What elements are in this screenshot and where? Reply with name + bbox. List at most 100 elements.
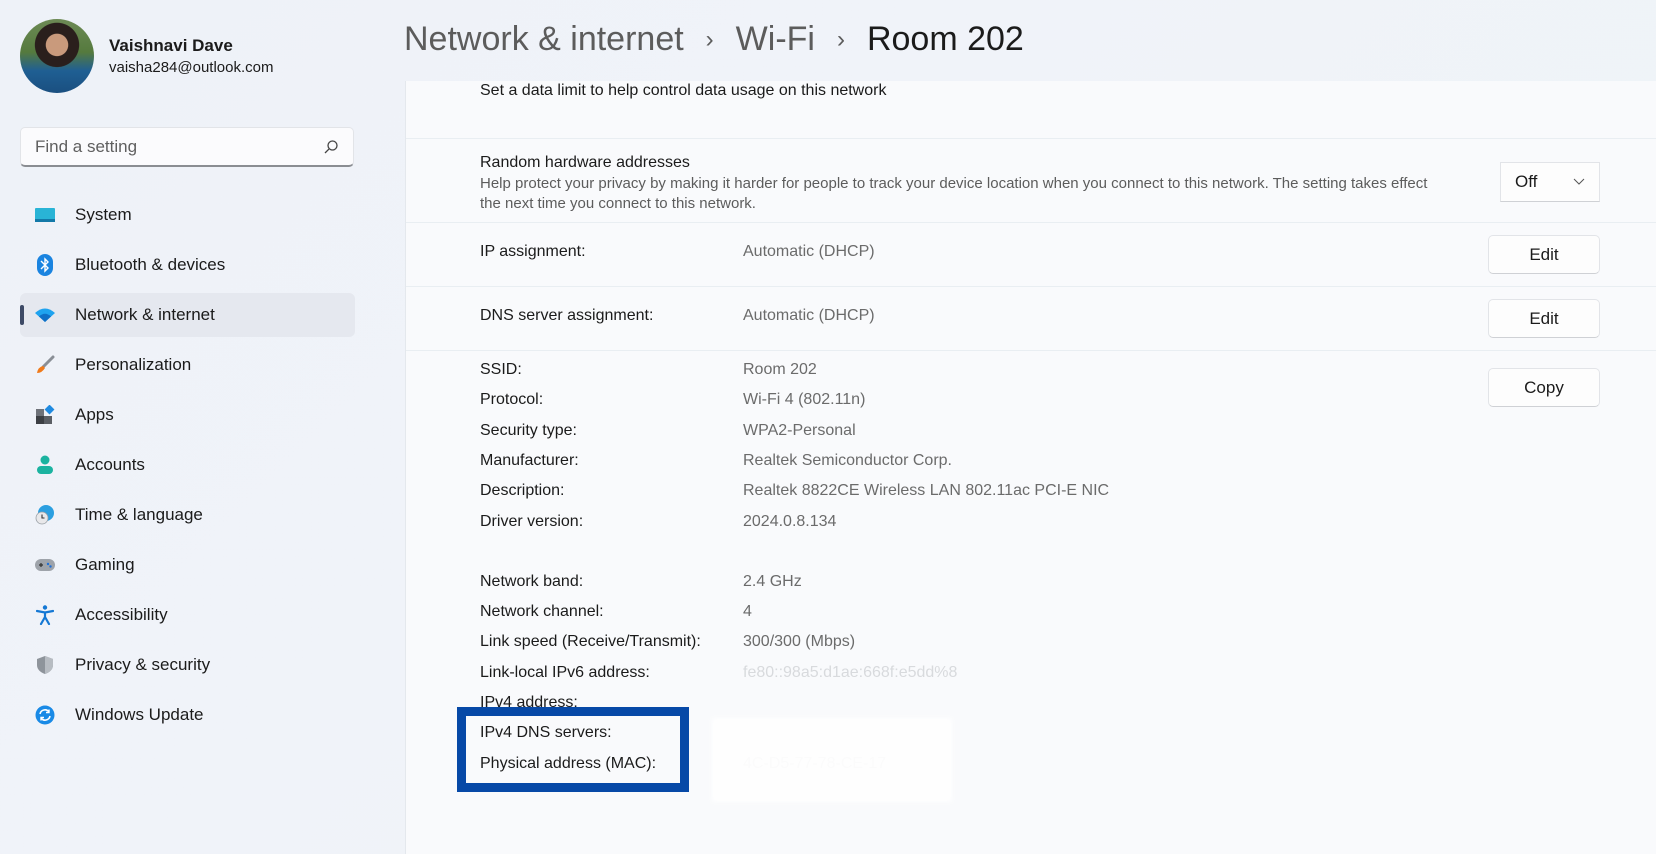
apps-icon [34, 404, 56, 426]
globe-clock-icon [34, 504, 56, 526]
ip-assignment-row: IP assignment: Automatic (DHCP) Edit [406, 223, 1656, 287]
random-hardware-description: Help protect your privacy by making it h… [480, 175, 1428, 212]
page-title: Room 202 [866, 20, 1024, 58]
property-value: Realtek 8822CE Wireless LAN 802.11ac PCI… [743, 482, 1110, 499]
profile-email: vaisha284@outlook.com [109, 59, 274, 76]
person-icon [34, 454, 56, 476]
dns-assignment-row: DNS server assignment: Automatic (DHCP) … [406, 287, 1656, 351]
chevron-down-icon [1573, 178, 1585, 185]
breadcrumb: Network & internet › Wi-Fi › Room 202 [404, 20, 1024, 59]
paintbrush-icon [34, 354, 56, 376]
property-row: IPv4 address: [480, 694, 1280, 718]
breadcrumb-wifi[interactable]: Wi-Fi [736, 20, 815, 59]
search-icon[interactable] [323, 139, 339, 155]
property-key: Network channel: [480, 603, 604, 620]
property-row: Security type: WPA2-Personal [480, 422, 1280, 446]
redacted-values-overlay [712, 718, 952, 802]
search-input[interactable] [35, 136, 323, 157]
dns-assignment-edit-button[interactable]: Edit [1488, 299, 1600, 338]
system-monitor-icon [34, 204, 56, 226]
gamepad-icon [34, 554, 56, 576]
sidebar-item-label: Apps [75, 405, 114, 424]
property-row: Description: Realtek 8822CE Wireless LAN… [480, 482, 1280, 506]
property-row: Driver version: 2024.0.8.134 [480, 513, 1280, 537]
property-key: Manufacturer: [480, 452, 579, 469]
copy-properties-button[interactable]: Copy [1488, 368, 1600, 407]
random-hardware-dropdown[interactable]: Off [1500, 162, 1600, 202]
property-key: Link-local IPv6 address: [480, 664, 650, 681]
property-value: 4 [743, 603, 752, 620]
property-row: Network band: 2.4 GHz [480, 573, 1280, 597]
property-key: IPv4 address: [480, 694, 578, 711]
property-key: Protocol: [480, 391, 544, 408]
accessibility-icon [34, 604, 56, 626]
sidebar-item-privacy[interactable]: Privacy & security [20, 643, 355, 687]
network-properties-panel: Set a data limit to help control data us… [405, 81, 1656, 854]
sidebar-item-label: Windows Update [75, 705, 204, 724]
property-key: Security type: [480, 422, 577, 439]
property-row: Manufacturer: Realtek Semiconductor Corp… [480, 452, 1280, 476]
breadcrumb-network-internet[interactable]: Network & internet [404, 20, 684, 59]
random-hardware-addresses-row: Random hardware addresses Help protect y… [406, 139, 1656, 223]
avatar [20, 19, 94, 93]
property-value: Realtek Semiconductor Corp. [743, 452, 952, 469]
property-row: Network channel: 4 [480, 603, 1280, 627]
sidebar-item-personalization[interactable]: Personalization [20, 343, 355, 387]
sidebar-item-label: Bluetooth & devices [75, 255, 226, 274]
property-row: Link speed (Receive/Transmit): 300/300 (… [480, 633, 1280, 657]
property-value: 2024.0.8.134 [743, 513, 837, 530]
property-row: SSID: Room 202 [480, 361, 1280, 385]
property-value: Room 202 [743, 361, 817, 378]
chevron-right-icon: › [705, 25, 714, 53]
property-value: Wi-Fi 4 (802.11n) [743, 391, 866, 408]
property-key: Physical address (MAC): [480, 755, 657, 772]
sidebar-item-apps[interactable]: Apps [20, 393, 355, 437]
user-profile[interactable]: Vaishnavi Dave vaisha284@outlook.com [20, 19, 274, 93]
sidebar-item-gaming[interactable]: Gaming [20, 543, 355, 587]
ip-assignment-edit-button[interactable]: Edit [1488, 235, 1600, 274]
bluetooth-icon [34, 254, 56, 276]
random-hardware-title: Random hardware addresses [480, 154, 690, 171]
ip-assignment-label: IP assignment: [480, 243, 586, 260]
sidebar-item-accessibility[interactable]: Accessibility [20, 593, 355, 637]
sidebar-item-label: Personalization [75, 355, 192, 374]
ip-assignment-value: Automatic (DHCP) [743, 243, 875, 260]
property-row: Protocol: Wi-Fi 4 (802.11n) [480, 391, 1280, 415]
property-key: SSID: [480, 361, 522, 378]
property-value: 300/300 (Mbps) [743, 633, 856, 650]
sidebar-item-label: Accounts [75, 455, 145, 474]
sidebar-item-windows-update[interactable]: Windows Update [20, 693, 355, 737]
property-key: Network band: [480, 573, 584, 590]
profile-name: Vaishnavi Dave [109, 36, 233, 55]
dns-assignment-value: Automatic (DHCP) [743, 307, 875, 324]
property-value: 2.4 GHz [743, 573, 802, 590]
sidebar-item-label: Gaming [75, 555, 135, 574]
search-box[interactable] [20, 127, 354, 167]
sidebar-item-label: Accessibility [75, 605, 168, 624]
sidebar: Vaishnavi Dave vaisha284@outlook.com Sys… [0, 0, 380, 854]
property-value: fe80::98a5:d1ae:668f:e5dd%8 [743, 664, 958, 681]
sidebar-item-label: Network & internet [75, 305, 215, 324]
update-sync-icon [34, 704, 56, 726]
data-limit-description: Set a data limit to help control data us… [480, 82, 887, 99]
data-limit-row[interactable]: Set a data limit to help control data us… [406, 81, 1656, 139]
property-value: WPA2-Personal [743, 422, 856, 439]
sidebar-item-network[interactable]: Network & internet [20, 293, 355, 337]
wifi-icon [34, 304, 56, 326]
property-key: Description: [480, 482, 565, 499]
property-key: Link speed (Receive/Transmit): [480, 633, 701, 650]
chevron-right-icon: › [836, 25, 845, 53]
property-row: Link-local IPv6 address: fe80::98a5:d1ae… [480, 664, 1280, 688]
property-key: IPv4 DNS servers: [480, 724, 612, 741]
sidebar-item-label: Time & language [75, 505, 203, 524]
sidebar-nav: System Bluetooth & devices Network & int… [20, 193, 355, 743]
sidebar-item-bluetooth[interactable]: Bluetooth & devices [20, 243, 355, 287]
dropdown-value: Off [1515, 172, 1538, 191]
sidebar-item-time-language[interactable]: Time & language [20, 493, 355, 537]
sidebar-item-label: Privacy & security [75, 655, 211, 674]
shield-icon [34, 654, 56, 676]
property-key: Driver version: [480, 513, 584, 530]
sidebar-item-system[interactable]: System [20, 193, 355, 237]
sidebar-item-accounts[interactable]: Accounts [20, 443, 355, 487]
dns-assignment-label: DNS server assignment: [480, 307, 654, 324]
